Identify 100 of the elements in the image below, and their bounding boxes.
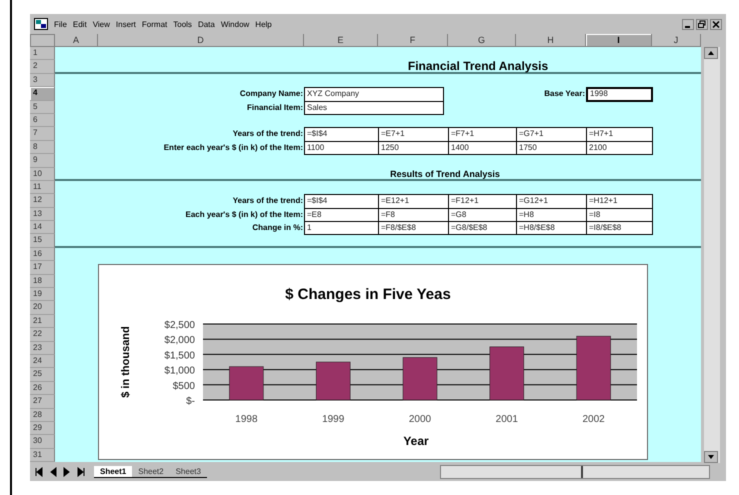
- row-header[interactable]: 29: [30, 422, 55, 436]
- scroll-down-icon[interactable]: [704, 451, 718, 463]
- row-header[interactable]: 7: [30, 127, 55, 141]
- company-field[interactable]: XYZ Company: [304, 87, 444, 102]
- row-header[interactable]: 22: [30, 328, 55, 342]
- menu-item[interactable]: Format: [142, 20, 168, 28]
- sheet-tab[interactable]: Sheet3: [170, 466, 207, 478]
- table-cell[interactable]: =$I$4: [304, 194, 379, 209]
- y-tick-label: $500: [172, 381, 195, 392]
- row-header[interactable]: 28: [30, 408, 55, 422]
- y-tick-label: $-: [186, 396, 195, 408]
- row-header[interactable]: 25: [30, 368, 55, 382]
- menu-item[interactable]: File: [54, 20, 67, 28]
- table-cell[interactable]: 2100: [586, 140, 653, 156]
- column-header[interactable]: A: [55, 34, 98, 47]
- row-header[interactable]: 26: [30, 382, 55, 396]
- row-header[interactable]: 11: [30, 180, 55, 194]
- row-header[interactable]: 6: [30, 114, 55, 128]
- row-header[interactable]: 10: [30, 168, 55, 181]
- row-label: Each year's $ (in k) of the Item:: [184, 208, 304, 221]
- menu-item[interactable]: Tools: [173, 20, 192, 28]
- table-cell[interactable]: =I8/$E$8: [586, 221, 653, 236]
- row-header[interactable]: 5: [30, 100, 55, 114]
- table-cell[interactable]: =F12+1: [448, 194, 517, 209]
- row-label: Years of the trend:: [232, 128, 304, 140]
- menu-item[interactable]: Help: [255, 20, 272, 28]
- horizontal-scrollbar[interactable]: [440, 465, 710, 479]
- row-header[interactable]: 16: [30, 248, 55, 262]
- table-cell[interactable]: =G7+1: [516, 127, 587, 142]
- bar: [229, 366, 264, 400]
- sheet-tab[interactable]: Sheet2: [132, 466, 170, 478]
- table-cell[interactable]: 1750: [516, 140, 587, 156]
- restore-icon[interactable]: [696, 18, 708, 30]
- y-tick-label: $1,000: [164, 366, 195, 377]
- table-cell[interactable]: 1100: [304, 140, 379, 156]
- row-header[interactable]: 14: [30, 221, 55, 234]
- row-header[interactable]: 24: [30, 354, 55, 368]
- menu-item[interactable]: Data: [198, 20, 215, 28]
- table-cell[interactable]: =H12+1: [586, 194, 653, 209]
- x-tick-label: 2000: [408, 414, 432, 426]
- table-cell[interactable]: =$I$4: [304, 127, 379, 142]
- table-cell[interactable]: =F8/$E$8: [378, 221, 449, 236]
- chart-title: $ Changes in Five Yeas: [285, 286, 451, 304]
- menu-item[interactable]: Insert: [116, 20, 136, 28]
- column-header[interactable]: F: [378, 34, 448, 47]
- menu-item[interactable]: Edit: [72, 20, 87, 28]
- row-header[interactable]: 21: [30, 314, 55, 328]
- table-cell[interactable]: =G8/$E$8: [448, 221, 517, 236]
- table-cell[interactable]: =H8/$E$8: [516, 221, 587, 236]
- column-header[interactable]: D: [98, 34, 304, 47]
- row-header[interactable]: 18: [30, 274, 55, 288]
- table-cell[interactable]: =H7+1: [586, 127, 653, 142]
- row-header[interactable]: 8: [30, 140, 55, 154]
- table-cell[interactable]: =F7+1: [448, 127, 517, 142]
- row-header[interactable]: 2: [30, 60, 55, 74]
- row-header[interactable]: 20: [30, 301, 55, 315]
- vertical-scrollbar[interactable]: [704, 47, 720, 463]
- scroll-up-icon[interactable]: [704, 47, 718, 59]
- row-header[interactable]: 9: [30, 154, 55, 168]
- row-header[interactable]: 15: [30, 234, 55, 248]
- row-header[interactable]: 12: [30, 194, 55, 208]
- y-tick-label: $2,000: [164, 335, 195, 346]
- sheet-tab[interactable]: Sheet1: [94, 466, 132, 478]
- row-header[interactable]: 30: [30, 435, 55, 449]
- row-header[interactable]: 31: [30, 448, 55, 462]
- column-header[interactable]: H: [516, 34, 586, 47]
- table-cell[interactable]: 1: [304, 221, 379, 236]
- row-label: Change in %:: [251, 222, 304, 234]
- x-axis-title: Year: [403, 434, 429, 448]
- x-tick-label: 2002: [582, 414, 605, 426]
- chart-area[interactable]: $ Changes in Five Yeas $- $500 $1,000 $1,500 $2,000 $2,500 1998 1999 2000 2001 2002 Year $ in thousand: [98, 264, 648, 460]
- minimize-icon[interactable]: [682, 18, 694, 30]
- row-header[interactable]: 3: [30, 74, 55, 88]
- table-cell[interactable]: 1250: [378, 140, 449, 156]
- table-cell[interactable]: =E7+1: [378, 127, 449, 142]
- menu-item[interactable]: Window: [220, 20, 250, 28]
- table-cell[interactable]: =G12+1: [516, 194, 587, 209]
- column-header[interactable]: E: [304, 34, 378, 47]
- row-header[interactable]: 19: [30, 288, 55, 302]
- row-header[interactable]: 27: [30, 395, 55, 409]
- row-header[interactable]: 17: [30, 261, 55, 275]
- menu-item[interactable]: View: [92, 20, 110, 28]
- field-label: Company Name:: [238, 88, 304, 100]
- x-tick-label: 1999: [322, 414, 344, 426]
- close-icon[interactable]: [710, 18, 722, 30]
- table-cell[interactable]: =E12+1: [378, 194, 449, 209]
- row-label: Enter each year's $ (in k) of the Item:: [162, 142, 304, 154]
- row-header[interactable]: 4: [30, 87, 55, 101]
- row-header[interactable]: 23: [30, 342, 55, 355]
- workbook-icon[interactable]: [34, 18, 48, 30]
- item-field[interactable]: Sales: [304, 100, 444, 115]
- table-cell[interactable]: 1400: [448, 140, 517, 156]
- row-header[interactable]: 13: [30, 208, 55, 222]
- row-label: Years of the trend:: [232, 195, 304, 208]
- column-header[interactable]: G: [448, 34, 516, 47]
- row-header[interactable]: 1: [30, 47, 55, 60]
- column-header[interactable]: I: [586, 34, 652, 47]
- base-year-field[interactable]: 1998: [586, 87, 653, 102]
- column-header[interactable]: J: [652, 34, 701, 47]
- bar: [316, 362, 350, 400]
